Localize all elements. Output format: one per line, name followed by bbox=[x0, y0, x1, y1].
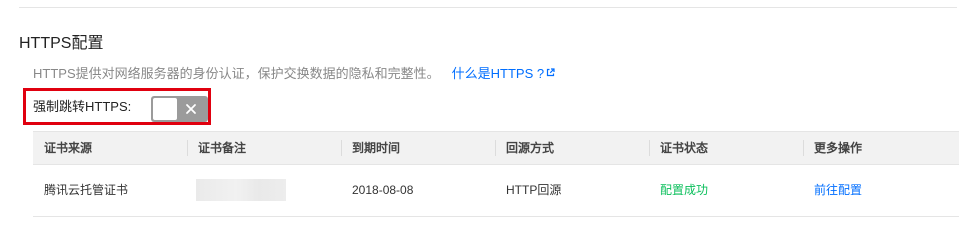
help-link[interactable]: 什么是HTTPS ? bbox=[452, 66, 555, 81]
top-divider bbox=[19, 7, 957, 8]
cell-note bbox=[187, 165, 341, 216]
section-description-line: HTTPS提供对网络服务器的身份认证，保护交换数据的隐私和完整性。 什么是HTTP… bbox=[33, 65, 555, 82]
cell-origin-method: HTTP回源 bbox=[506, 183, 562, 197]
cell-status: 配置成功 bbox=[660, 183, 709, 197]
section-title: HTTPS配置 bbox=[19, 35, 104, 52]
table-header: 证书来源 证书备注 到期时间 回源方式 证书状态 更多操作 bbox=[33, 131, 959, 165]
force-redirect-label: 强制跳转HTTPS: bbox=[33, 99, 132, 114]
cell-source: 腾讯云托管证书 bbox=[44, 183, 129, 197]
force-redirect-toggle[interactable] bbox=[151, 96, 208, 122]
column-header-source: 证书来源 bbox=[44, 141, 93, 155]
cell-expiry: 2018-08-08 bbox=[352, 183, 414, 197]
column-header-status: 证书状态 bbox=[649, 132, 803, 164]
help-link-label: 什么是HTTPS ? bbox=[451, 66, 545, 81]
section-description: HTTPS提供对网络服务器的身份认证，保护交换数据的隐私和完整性。 bbox=[33, 66, 440, 81]
external-link-icon bbox=[546, 68, 555, 77]
blurred-note bbox=[196, 179, 286, 201]
close-icon bbox=[186, 104, 196, 114]
column-header-origin-method: 回源方式 bbox=[495, 132, 649, 164]
column-header-note: 证书备注 bbox=[187, 132, 341, 164]
toggle-knob bbox=[153, 98, 177, 120]
table-row: 腾讯云托管证书 2018-08-08 HTTP回源 配置成功 前往配置 bbox=[33, 165, 959, 217]
goto-config-link[interactable]: 前往配置 bbox=[803, 165, 959, 216]
column-header-expiry: 到期时间 bbox=[341, 132, 495, 164]
certificate-table: 证书来源 证书备注 到期时间 回源方式 证书状态 更多操作 腾讯云托管证书 20… bbox=[33, 131, 959, 217]
column-header-actions: 更多操作 bbox=[803, 132, 959, 164]
